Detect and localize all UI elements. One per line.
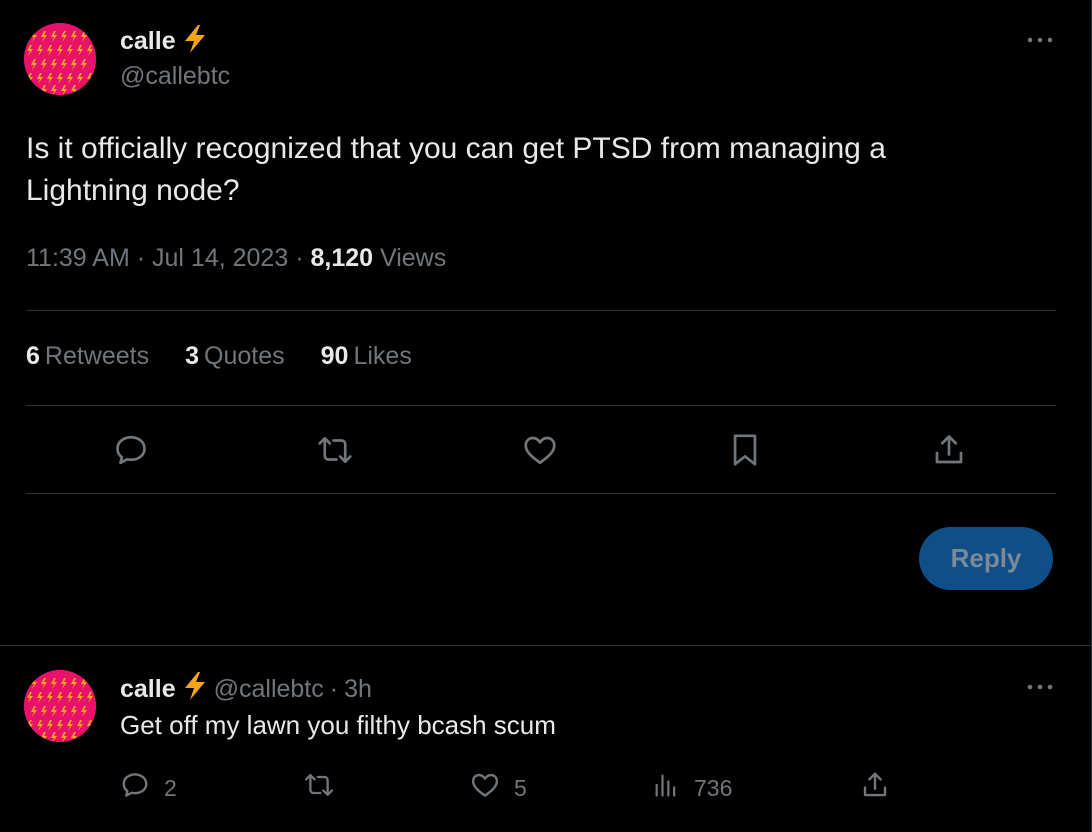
views-label: Views: [379, 244, 447, 272]
quotes-stat[interactable]: 3 Quotes: [185, 342, 285, 371]
likes-label: Likes: [353, 342, 412, 370]
retweet-icon: [303, 770, 335, 806]
reply-share-action[interactable]: [860, 770, 890, 806]
likes-count: 90: [320, 342, 349, 370]
divider: [26, 405, 1056, 406]
reply-avatar[interactable]: [24, 670, 96, 742]
reply-author-handle[interactable]: @callebtc: [214, 675, 324, 704]
like-count: 5: [514, 774, 527, 801]
views-count: 8,120: [310, 244, 374, 272]
retweet-icon[interactable]: [313, 428, 357, 472]
meta-separator: ·: [295, 244, 304, 272]
more-dots-icon[interactable]: [1025, 30, 1055, 50]
reply-retweet-action[interactable]: [303, 770, 335, 806]
views-chart-icon: [652, 770, 680, 806]
reply-like-action[interactable]: 5: [470, 770, 527, 806]
divider: [0, 645, 1092, 646]
reply-author-row[interactable]: calle @callebtc · 3h: [120, 671, 372, 708]
reply-text: Get off my lawn you filthy bcash scum: [120, 710, 556, 740]
share-icon: [860, 770, 890, 806]
reply-more-dots-icon[interactable]: [1025, 677, 1055, 697]
views-count: 736: [694, 774, 733, 801]
retweets-count: 6: [26, 342, 40, 370]
retweets-stat[interactable]: 6 Retweets: [26, 342, 149, 371]
like-icon: [470, 770, 500, 806]
reply-icon[interactable]: [109, 428, 153, 472]
engagement-stats: 6 Retweets 3 Quotes 90 Likes: [26, 342, 412, 371]
likes-stat[interactable]: 90 Likes: [321, 342, 412, 371]
reply-button[interactable]: Reply: [919, 527, 1053, 590]
reply-count: 2: [164, 774, 177, 801]
lightning-bolt-icon: [182, 24, 208, 59]
lightning-bolt-icon: [182, 671, 208, 708]
reply-author-display-name[interactable]: calle: [120, 675, 176, 704]
reply-age[interactable]: 3h: [344, 675, 372, 704]
quotes-label: Quotes: [204, 342, 285, 370]
author-name-row[interactable]: calle: [120, 24, 208, 59]
tweet-text: Is it officially recognized that you can…: [26, 132, 886, 207]
author-handle[interactable]: @callebtc: [120, 62, 230, 91]
meta-separator: ·: [136, 244, 146, 272]
reply-views-action[interactable]: 736: [652, 770, 732, 806]
bookmark-icon[interactable]: [723, 428, 767, 472]
retweets-label: Retweets: [44, 342, 150, 370]
avatar[interactable]: [24, 23, 96, 95]
divider: [26, 493, 1056, 494]
share-icon[interactable]: [927, 428, 971, 472]
reply-reply-action[interactable]: 2: [120, 770, 177, 806]
tweet-meta: 11:39 AM · Jul 14, 2023 · 8,120 Views: [26, 244, 446, 273]
quotes-count: 3: [185, 342, 200, 370]
lightning-pattern-avatar-icon: [24, 23, 96, 95]
divider: [26, 310, 1056, 311]
tweet-detail-page: calle @callebtc Is it officially recogni…: [0, 0, 1092, 832]
author-display-name[interactable]: calle: [120, 27, 176, 56]
like-icon[interactable]: [518, 428, 562, 472]
reply-icon: [120, 770, 150, 806]
tweet-time[interactable]: 11:39 AM: [26, 244, 130, 272]
tweet-date[interactable]: Jul 14, 2023: [152, 244, 288, 272]
lightning-pattern-avatar-icon: [24, 670, 96, 742]
reply-meta-separator: ·: [329, 675, 339, 703]
